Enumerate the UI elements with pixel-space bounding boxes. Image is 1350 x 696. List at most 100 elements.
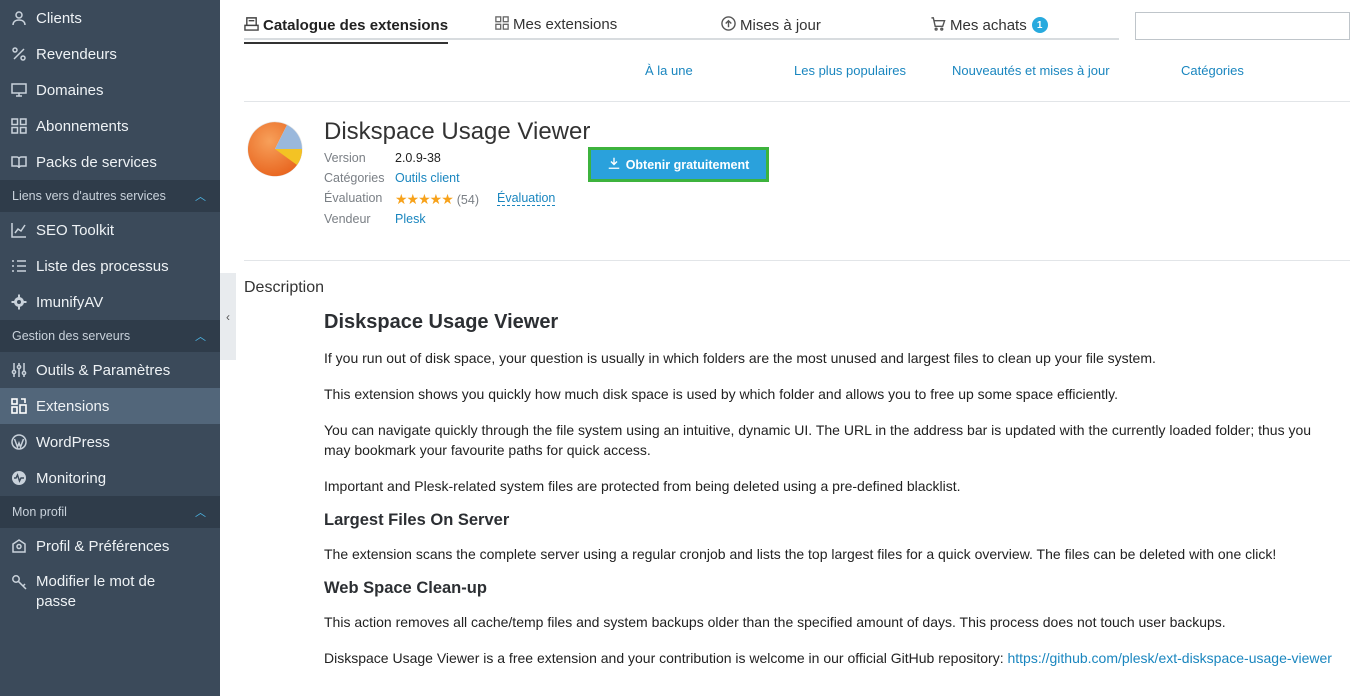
sidebar-item-extensions[interactable]: Extensions — [0, 388, 220, 424]
pulse-icon — [10, 469, 28, 487]
section-header-links[interactable]: Liens vers d'autres services ︿ — [0, 180, 220, 212]
description-paragraph: Important and Plesk-related system files… — [324, 478, 961, 494]
sidebar-item-label: SEO Toolkit — [36, 221, 115, 239]
sidebar-item-label: Liste des processus — [36, 257, 169, 275]
subnav-popular-link[interactable]: Les plus populaires — [794, 63, 906, 78]
download-icon — [608, 157, 620, 172]
sidebar-item-label: Profil & Préférences — [36, 537, 170, 555]
sidebar-item-revendeurs[interactable]: Revendeurs — [0, 36, 220, 72]
sidebar-collapse-handle[interactable]: ‹ — [220, 273, 236, 360]
subnav-featured-link[interactable]: À la une — [645, 63, 693, 78]
chevron-up-icon: ︿ — [195, 191, 206, 203]
sidebar-item-label: Clients — [36, 9, 82, 27]
grid-icon — [495, 16, 509, 33]
chevron-up-icon: ︿ — [195, 331, 206, 343]
tab-label: Mes achats — [950, 16, 1027, 34]
chevron-left-icon: ‹ — [226, 309, 230, 324]
sidebar-item-domaines[interactable]: Domaines — [0, 72, 220, 108]
tab-my-extensions[interactable]: Mes extensions — [495, 16, 617, 33]
sidebar-item-seo-toolkit[interactable]: SEO Toolkit — [0, 212, 220, 248]
section-header-server[interactable]: Gestion des serveurs ︿ — [0, 320, 220, 352]
sidebar-item-abonnements[interactable]: Abonnements — [0, 108, 220, 144]
sidebar-item-imunifyav[interactable]: ImunifyAV — [0, 284, 220, 320]
percent-icon — [10, 45, 28, 63]
tab-updates[interactable]: Mises à jour — [721, 16, 821, 34]
vendor-link[interactable]: Plesk — [395, 212, 426, 226]
sidebar-item-process-list[interactable]: Liste des processus — [0, 248, 220, 284]
github-text: Diskspace Usage Viewer is a free extensi… — [324, 650, 1008, 666]
wordpress-icon — [10, 433, 28, 451]
sidebar-item-label: Outils & Paramètres — [36, 361, 171, 379]
sidebar-item-wordpress[interactable]: WordPress — [0, 424, 220, 460]
description-paragraph: You can navigate quickly through the fil… — [324, 422, 1312, 458]
sidebar-item-label: ImunifyAV — [36, 293, 104, 311]
sliders-icon — [10, 361, 28, 379]
upload-circle-icon — [721, 16, 736, 34]
catalogue-icon — [244, 16, 259, 34]
rate-link[interactable]: Évaluation — [497, 191, 556, 206]
sidebar-item-clients[interactable]: Clients — [0, 0, 220, 36]
version-label: Version — [324, 151, 366, 165]
sidebar-item-label: Modifier le mot de passe — [36, 573, 156, 610]
monitor-icon — [10, 81, 28, 99]
sidebar-item-label: WordPress — [36, 433, 110, 451]
section-header-profile[interactable]: Mon profil ︿ — [0, 496, 220, 528]
sidebar-item-tools-settings[interactable]: Outils & Paramètres — [0, 352, 220, 388]
list-icon — [10, 257, 28, 275]
purchases-count-badge: 1 — [1031, 17, 1048, 33]
subnav-new-link[interactable]: Nouveautés et mises à jour — [952, 63, 1110, 78]
description-title: Description — [244, 279, 325, 296]
profile-icon — [10, 537, 28, 555]
tab-catalogue[interactable]: Catalogue des extensions — [244, 16, 449, 44]
cart-icon — [930, 16, 946, 34]
section-heading-largest-files: Largest Files On Server — [324, 511, 510, 529]
category-link[interactable]: Outils client — [395, 171, 460, 185]
get-for-free-button[interactable]: Obtenir gratuitement — [588, 147, 769, 182]
sidebar-item-label: Extensions — [36, 397, 110, 415]
tab-purchases[interactable]: Mes achats 1 — [930, 16, 1048, 34]
tab-label: Mes extensions — [513, 16, 618, 33]
sidebar-item-packs[interactable]: Packs de services — [0, 144, 220, 180]
description-paragraph: This extension shows you quickly how muc… — [324, 386, 1118, 402]
sidebar-item-label: Abonnements — [36, 117, 129, 135]
github-repo-link[interactable]: https://github.com/plesk/ext-diskspace-u… — [1007, 650, 1331, 666]
get-button-label: Obtenir gratuitement — [625, 157, 750, 172]
search-input[interactable] — [1135, 12, 1350, 40]
extensions-icon — [10, 397, 28, 415]
description-paragraph-github: Diskspace Usage Viewer is a free extensi… — [324, 648, 1334, 668]
description-heading: Diskspace Usage Viewer — [324, 311, 559, 333]
version-value: 2.0.9-38 — [395, 151, 441, 165]
chevron-up-icon: ︿ — [195, 507, 206, 519]
description-paragraph: If you run out of disk space, your quest… — [324, 350, 1156, 366]
gear-icon — [10, 293, 28, 311]
chart-icon — [10, 221, 28, 239]
divider — [244, 260, 1350, 261]
section-heading-cleanup: Web Space Clean-up — [324, 579, 487, 597]
sidebar: Clients Revendeurs Domaines Abonnements … — [0, 0, 220, 696]
extension-logo — [247, 121, 303, 177]
sidebar-item-monitoring[interactable]: Monitoring — [0, 460, 220, 496]
key-icon — [10, 573, 28, 591]
grid-icon — [10, 117, 28, 135]
rating-label: Évaluation — [324, 191, 383, 205]
subnav-categories-link[interactable]: Catégories — [1181, 63, 1244, 78]
section-title: Mon profil — [12, 505, 67, 519]
sidebar-item-change-password[interactable]: Modifier le mot de passe — [0, 564, 220, 620]
book-icon — [10, 153, 28, 171]
sidebar-item-label: Domaines — [36, 81, 104, 99]
star-icons: ★★★★★ — [395, 191, 454, 207]
rating-stars: ★★★★★ (54) — [395, 191, 479, 208]
sidebar-item-label: Revendeurs — [36, 45, 117, 63]
description-paragraph: This action removes all cache/temp files… — [324, 614, 1226, 630]
description-paragraph: The extension scans the complete server … — [324, 546, 1277, 562]
user-icon — [10, 9, 28, 27]
sidebar-item-profile[interactable]: Profil & Préférences — [0, 528, 220, 564]
vendor-label: Vendeur — [324, 212, 371, 226]
categories-label: Catégories — [324, 171, 385, 185]
sidebar-item-label: Monitoring — [36, 469, 107, 487]
tab-label: Catalogue des extensions — [263, 16, 449, 34]
section-title: Liens vers d'autres services — [12, 189, 166, 203]
section-title: Gestion des serveurs — [12, 329, 131, 343]
divider — [244, 101, 1350, 102]
extension-title: Diskspace Usage Viewer — [324, 118, 591, 145]
